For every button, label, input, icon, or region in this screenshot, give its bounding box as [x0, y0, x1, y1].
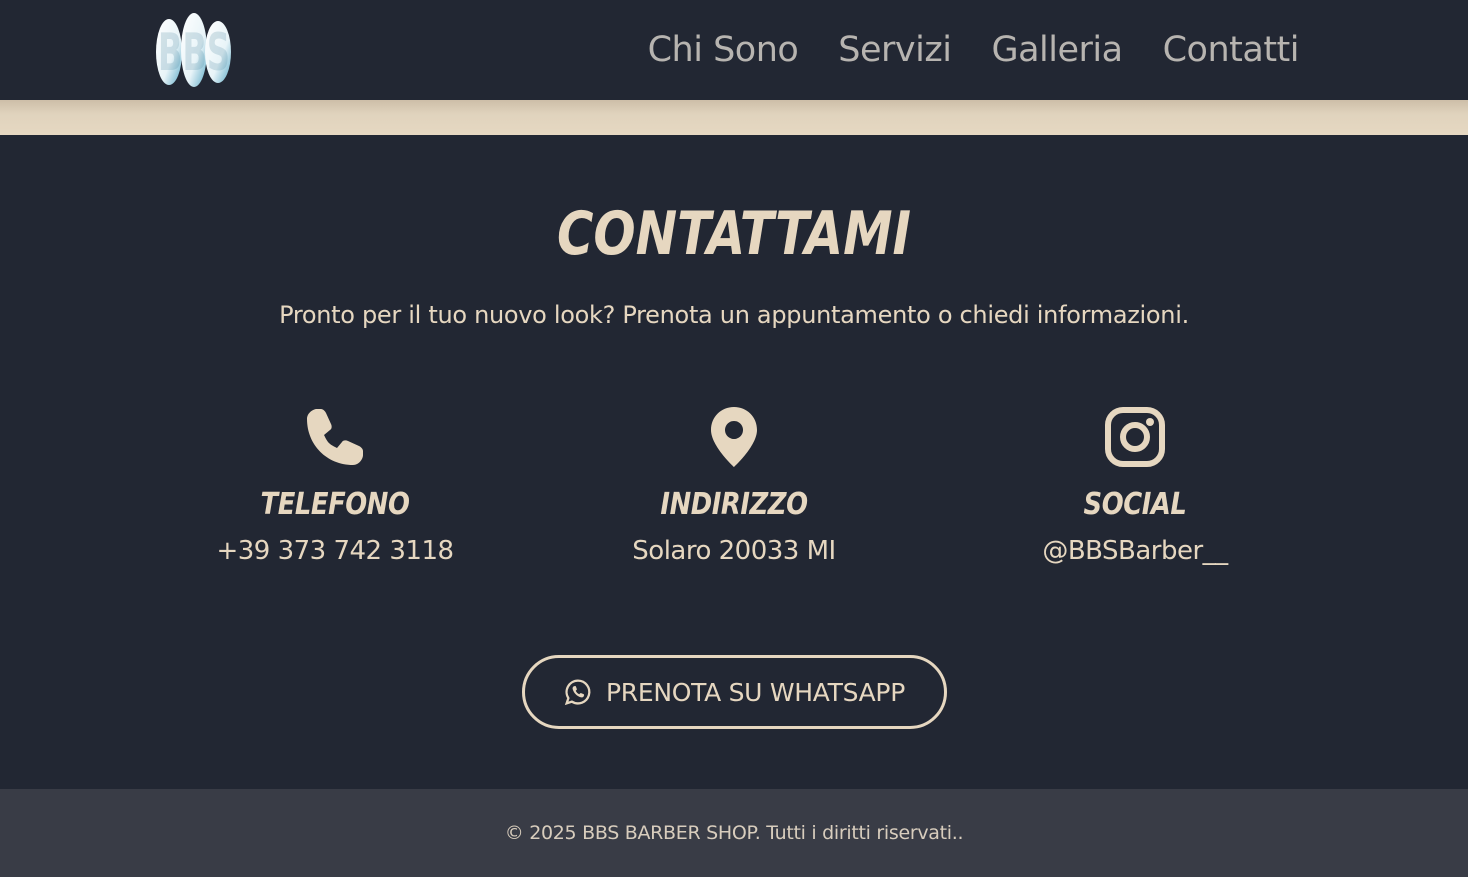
site-header: BBS Chi Sono Servizi Galleria Contatti: [0, 0, 1468, 100]
header-divider-stripe: [0, 100, 1468, 135]
contact-section: CONTATTAMI Pronto per il tuo nuovo look?…: [0, 135, 1468, 789]
section-title: CONTATTAMI: [556, 199, 912, 269]
nav-servizi[interactable]: Servizi: [838, 30, 952, 70]
section-subtitle: Pronto per il tuo nuovo look? Prenota un…: [279, 301, 1189, 329]
contact-card-phone: TELEFONO +39 373 742 3118: [175, 405, 495, 566]
svg-text:BBS: BBS: [158, 23, 230, 83]
site-footer: © 2025 BBS BARBER SHOP. Tutti i diritti …: [0, 789, 1468, 877]
contact-card-address: INDIRIZZO Solaro 20033 MI: [574, 405, 894, 566]
whatsapp-icon: [564, 679, 591, 706]
copyright-text: © 2025 BBS BARBER SHOP. Tutti i diritti …: [504, 822, 964, 844]
nav-galleria[interactable]: Galleria: [991, 30, 1123, 70]
social-handle[interactable]: @BBSBarber__: [975, 536, 1295, 566]
map-pin-icon: [711, 407, 757, 467]
phone-icon: [307, 409, 363, 465]
contact-cards: TELEFONO +39 373 742 3118 INDIRIZZO Sola…: [0, 405, 1468, 585]
whatsapp-button-label: PRENOTA SU WHATSAPP: [606, 677, 905, 707]
instagram-icon[interactable]: [1103, 405, 1167, 469]
nav-chi-sono[interactable]: Chi Sono: [648, 30, 799, 70]
card-label: TELEFONO: [260, 487, 410, 522]
card-label: SOCIAL: [1083, 487, 1187, 522]
card-label: INDIRIZZO: [660, 487, 808, 522]
main-nav: Chi Sono Servizi Galleria Contatti: [648, 0, 1300, 100]
whatsapp-booking-button[interactable]: PRENOTA SU WHATSAPP: [522, 655, 947, 729]
logo[interactable]: BBS: [154, 12, 234, 90]
phone-number[interactable]: +39 373 742 3118: [175, 536, 495, 566]
address-text: Solaro 20033 MI: [632, 536, 836, 566]
nav-contatti[interactable]: Contatti: [1163, 30, 1300, 70]
contact-card-social: SOCIAL @BBSBarber__: [975, 405, 1295, 566]
